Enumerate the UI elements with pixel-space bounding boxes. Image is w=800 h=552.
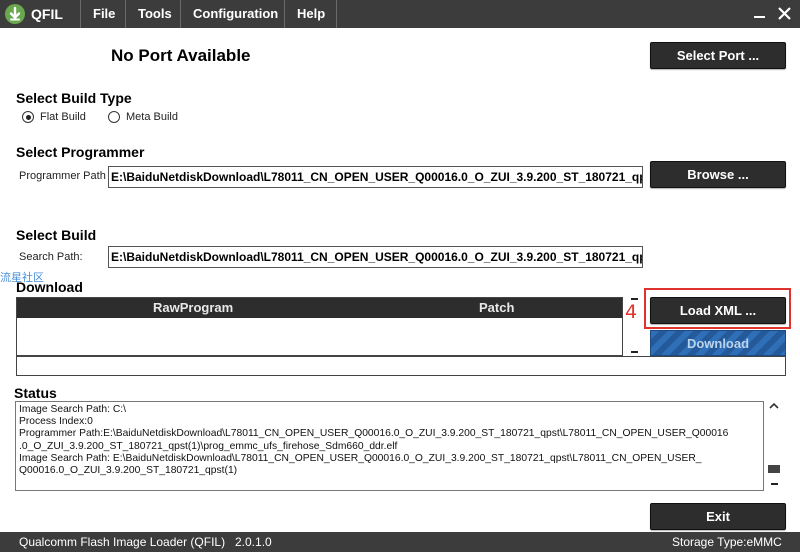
app-name: QFIL: [31, 6, 63, 22]
version-text: 2.0.1.0: [235, 535, 272, 549]
search-path-field[interactable]: E:\BaiduNetdiskDownload\L78011_CN_OPEN_U…: [108, 246, 643, 268]
build-type-title: Select Build Type: [16, 90, 132, 106]
app-full-name: Qualcomm Flash Image Loader (QFIL): [19, 535, 226, 549]
port-status-text: No Port Available: [111, 46, 251, 65]
status-line: .0_O_ZUI_3.9.200_ST_180721_qpst(1)\prog_…: [19, 440, 398, 452]
status-line: Image Search Path: C:\: [19, 404, 127, 415]
flat-build-label[interactable]: Flat Build: [40, 111, 86, 123]
programmer-title: Select Programmer: [16, 144, 145, 160]
minimize-icon[interactable]: [748, 0, 772, 28]
download-title: Download: [16, 279, 83, 295]
search-path-label: Search Path:: [19, 251, 83, 263]
meta-build-label[interactable]: Meta Build: [126, 111, 178, 123]
close-icon[interactable]: [773, 0, 797, 28]
storage-type-text: Storage Type:eMMC: [672, 535, 782, 549]
download-button[interactable]: Download: [650, 330, 786, 356]
menu-separator: [336, 0, 337, 28]
collapse-icon[interactable]: [631, 351, 638, 353]
scroll-up-icon[interactable]: [769, 402, 779, 413]
exit-button[interactable]: Exit: [650, 503, 786, 530]
browse-button[interactable]: Browse ...: [650, 161, 786, 188]
menu-file[interactable]: File: [81, 0, 127, 28]
scrollbar-thumb[interactable]: [768, 463, 780, 473]
status-line: Process Index:0: [19, 416, 93, 428]
title-menu-bar: QFIL File Tools Configuration Help: [0, 0, 800, 28]
programmer-path-field[interactable]: E:\BaiduNetdiskDownload\L78011_CN_OPEN_U…: [108, 166, 643, 188]
annotation-number: 4: [625, 301, 638, 323]
load-xml-button[interactable]: Load XML ...: [650, 297, 786, 324]
status-title: Status: [14, 385, 57, 401]
collapse-icon[interactable]: [631, 298, 638, 300]
select-port-button[interactable]: Select Port ...: [650, 42, 786, 69]
status-log[interactable]: Image Search Path: C:\ Process Index:0 P…: [15, 401, 764, 491]
status-bar: Qualcomm Flash Image Loader (QFIL) 2.0.1…: [0, 532, 800, 552]
column-rawprogram[interactable]: RawProgram: [153, 300, 233, 315]
download-table[interactable]: RawProgram Patch: [16, 297, 623, 356]
qfil-logo-icon: [5, 4, 25, 24]
flat-build-radio[interactable]: [22, 111, 34, 123]
progress-bar: [16, 356, 786, 376]
status-line: Programmer Path:E:\BaiduNetdiskDownload\…: [19, 428, 729, 440]
collapse-icon[interactable]: [771, 483, 778, 485]
table-header: RawProgram Patch: [17, 298, 622, 318]
status-line: Image Search Path: E:\BaiduNetdiskDownlo…: [19, 452, 702, 464]
meta-build-radio[interactable]: [108, 111, 120, 123]
menu-configuration[interactable]: Configuration: [181, 0, 290, 28]
column-patch[interactable]: Patch: [479, 300, 514, 315]
menu-help[interactable]: Help: [285, 0, 337, 28]
programmer-path-label: Programmer Path: [19, 170, 106, 182]
select-build-title: Select Build: [16, 227, 97, 243]
menu-tools[interactable]: Tools: [126, 0, 184, 28]
status-line: Q00016.0_O_ZUI_3.9.200_ST_180721_qpst(1): [19, 465, 238, 477]
